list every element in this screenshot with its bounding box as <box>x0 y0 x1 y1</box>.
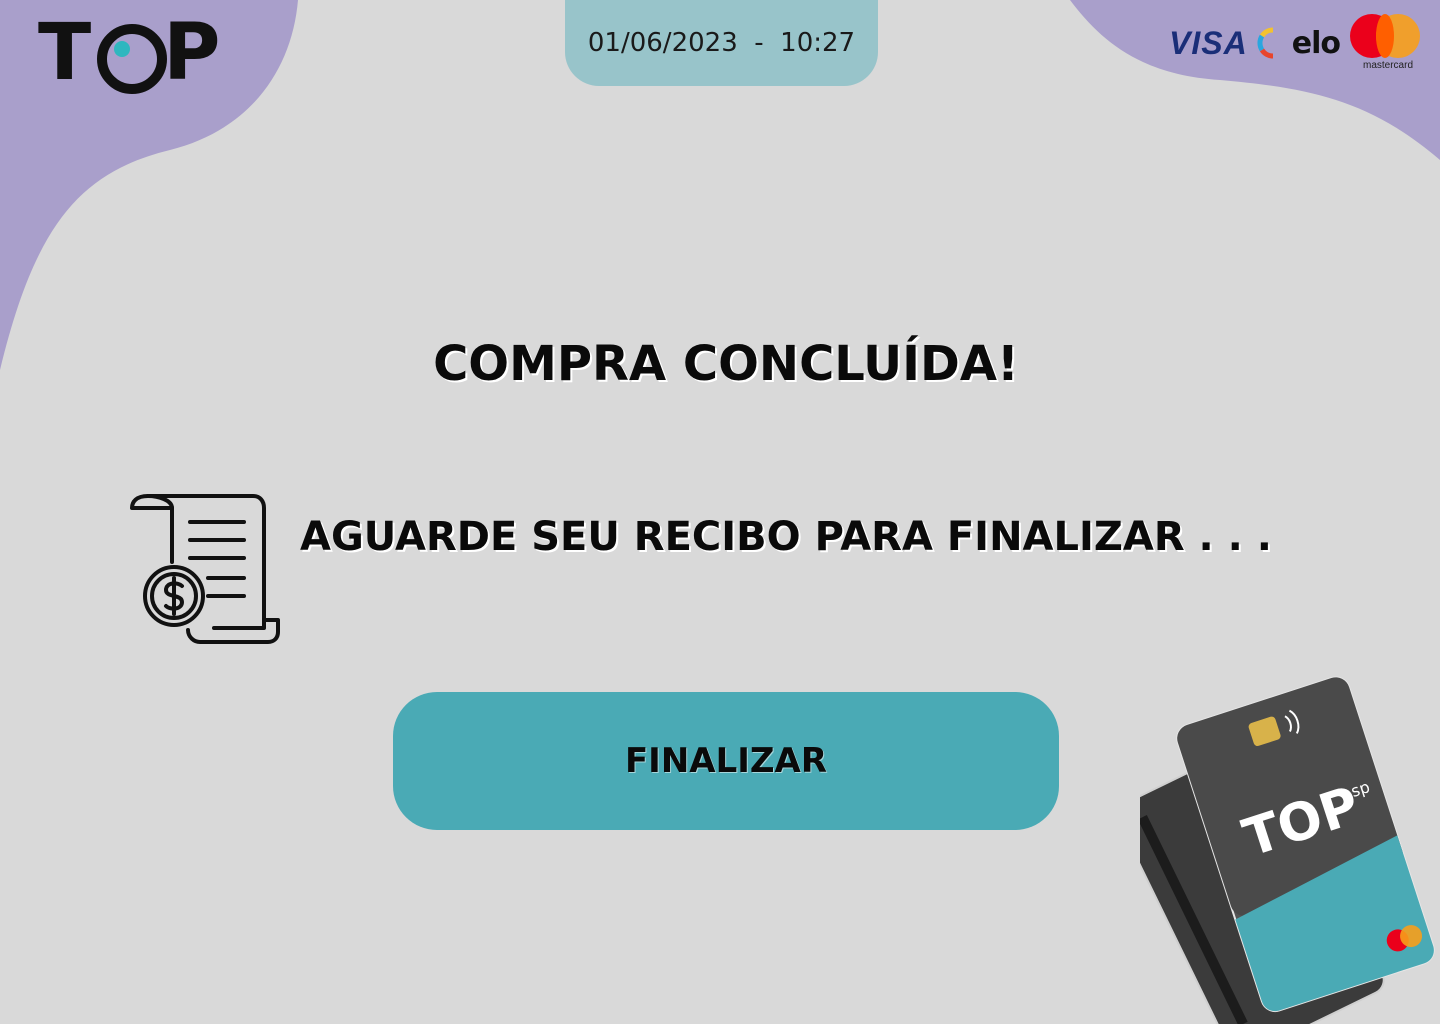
mastercard-logo: mastercard <box>1350 14 1422 72</box>
logo-letter-p: P <box>163 8 223 98</box>
logo-letter-t: T <box>38 8 94 98</box>
visa-logo: VISA <box>1169 24 1248 61</box>
finalize-button[interactable]: FINALIZAR <box>393 692 1059 830</box>
datetime-display: 01/06/2023 - 10:27 <box>565 0 878 86</box>
logo-letter-o <box>95 20 168 94</box>
top-logo: T P <box>38 8 223 98</box>
mastercard-label: mastercard <box>1362 60 1413 71</box>
elo-logo: elo <box>1291 25 1341 61</box>
kiosk-screen: T P 01/06/2023 - 10:27 VISA elo masterca… <box>0 0 1440 1024</box>
top-cards-illustration: TOP sp <box>1140 676 1435 1024</box>
payment-brands: VISA elo mastercard <box>1169 14 1422 72</box>
receipt-wait-message: AGUARDE SEU RECIBO PARA FINALIZAR . . . <box>300 514 1272 560</box>
page-title: COMPRA CONCLUÍDA! <box>433 336 1019 392</box>
receipt-dollar-icon <box>130 494 280 644</box>
elo-mark-icon <box>1257 27 1273 59</box>
